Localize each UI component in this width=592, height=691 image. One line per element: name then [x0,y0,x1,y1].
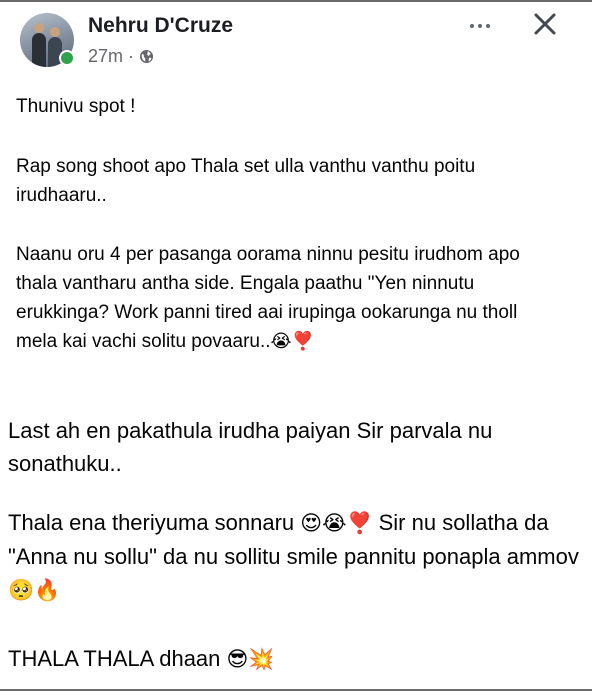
post-paragraph: Rap song shoot apo Thala set ulla vanthu… [16,156,476,206]
post-meta: 27m · [88,46,154,67]
post-paragraph: Last ah en pakathula irudha paiyan Sir p… [8,418,493,476]
post-paragraph: Thala ena theriyuma sonnaru 😍😭❣️ Sir nu … [8,510,579,602]
post-header: Nehru D'Cruze 27m · [0,0,592,80]
post-time[interactable]: 27m [88,46,123,67]
emoji: 😭❣️ [270,331,315,352]
emoji: 🥺🔥 [8,578,61,602]
meta-separator: · [128,46,135,66]
post-paragraph: Naanu oru 4 per pasanga oorama ninnu pes… [16,244,520,352]
emoji: 😍😭❣️ [300,511,373,535]
avatar-head [50,27,60,37]
author-name[interactable]: Nehru D'Cruze [88,14,233,38]
more-options-icon[interactable] [460,14,500,38]
avatar-figure [32,33,46,67]
emoji: 😎💥 [226,647,275,671]
online-status-icon [59,50,75,66]
close-icon[interactable] [530,9,560,39]
globe-icon[interactable] [139,49,154,64]
post-paragraph: Thunivu spot ! [16,96,136,117]
author-avatar[interactable] [20,13,75,67]
avatar-head [34,23,44,33]
post-paragraph: THALA THALA dhaan 😎💥 [8,646,275,671]
